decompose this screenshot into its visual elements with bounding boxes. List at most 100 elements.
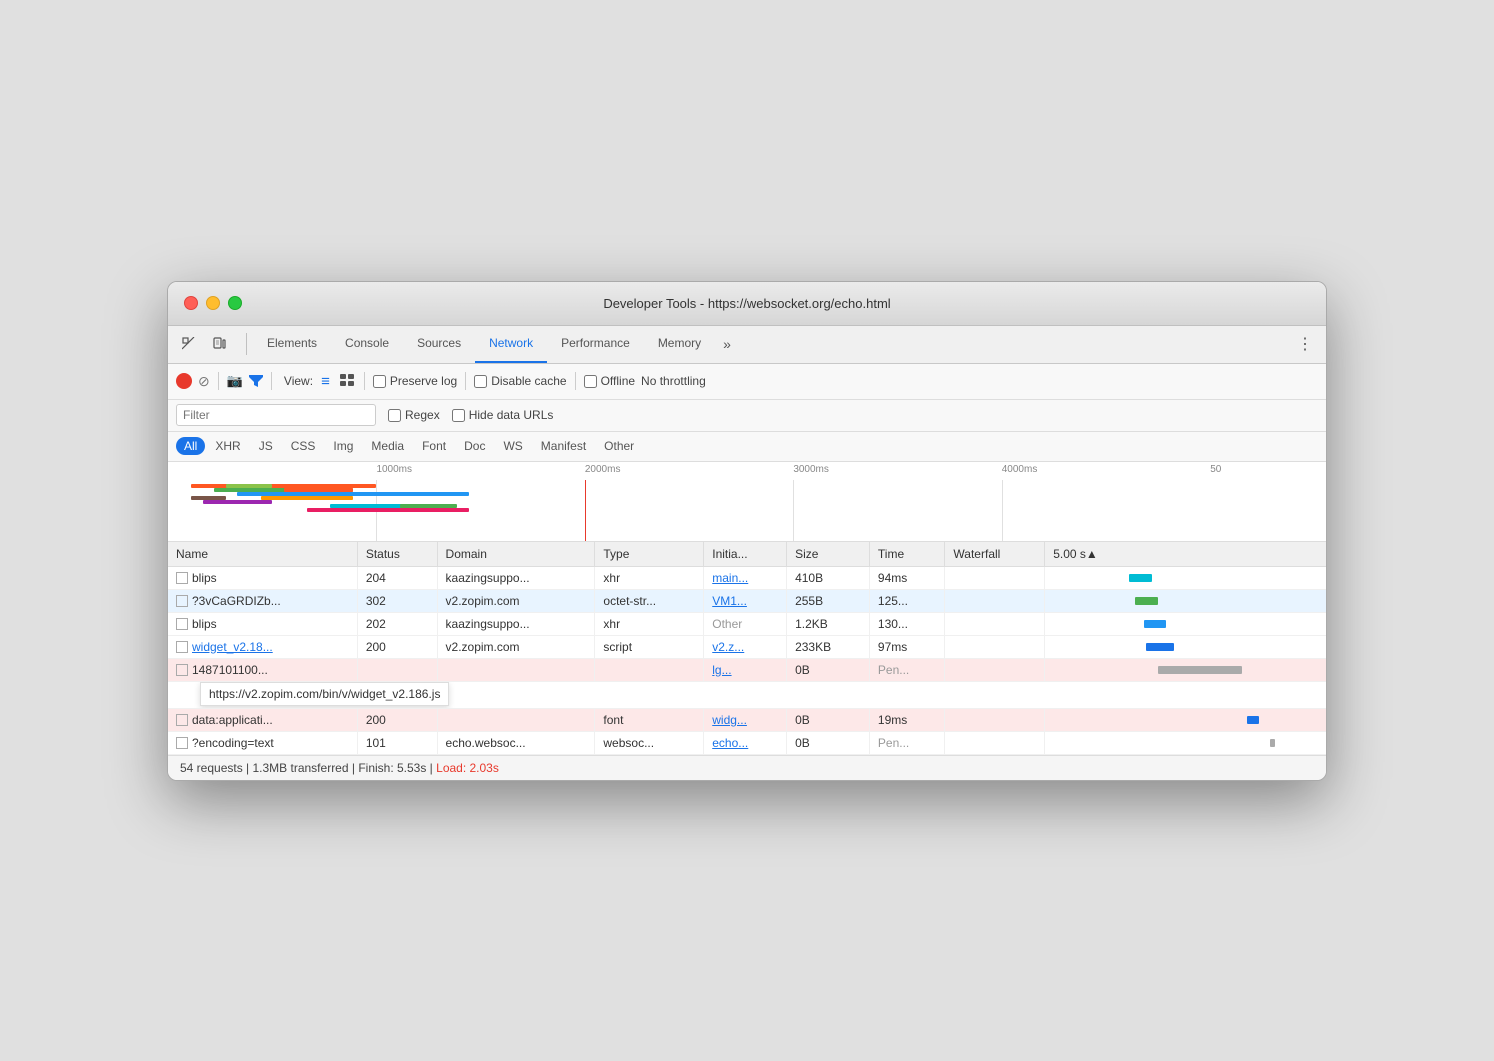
cell-status-2: 202 [357, 612, 437, 635]
column-header-waterfall[interactable]: Waterfall [945, 542, 1045, 567]
column-header-5-00-s-[interactable]: 5.00 s▲ [1045, 542, 1326, 567]
maximize-button[interactable] [228, 296, 242, 310]
waterfall-bar-4 [1158, 666, 1242, 674]
type-filter-manifest[interactable]: Manifest [533, 437, 594, 455]
cell-time-6: Pen... [869, 731, 945, 754]
cell-name-1: ?3vCaGRDIZb... [168, 589, 357, 612]
inspect-element-icon[interactable] [176, 331, 202, 357]
cell-initiator-4: lg... [704, 658, 787, 681]
type-filter-font[interactable]: Font [414, 437, 454, 455]
column-header-size[interactable]: Size [787, 542, 870, 567]
row-checkbox-2[interactable] [176, 618, 188, 630]
table-row[interactable]: ?encoding=text101echo.websoc...websoc...… [168, 731, 1326, 754]
hide-data-urls-checkbox[interactable] [452, 409, 465, 422]
tab-elements[interactable]: Elements [253, 325, 331, 363]
tab-performance[interactable]: Performance [547, 325, 644, 363]
row-checkbox-0[interactable] [176, 572, 188, 584]
initiator-link-3[interactable]: v2.z... [712, 640, 744, 654]
column-header-initia---[interactable]: Initia... [704, 542, 787, 567]
initiator-link-6[interactable]: echo... [712, 736, 748, 750]
type-filter-css[interactable]: CSS [283, 437, 324, 455]
regex-checkbox[interactable] [388, 409, 401, 422]
cell-initiator-5: widg... [704, 708, 787, 731]
initiator-link-5[interactable]: widg... [712, 713, 747, 727]
type-filter-other[interactable]: Other [596, 437, 642, 455]
row-checkbox-6[interactable] [176, 737, 188, 749]
offline-checkbox[interactable] [584, 375, 597, 388]
timeline-bar-0 [191, 484, 376, 488]
view-group-button[interactable] [340, 374, 354, 389]
cell-name-6: ?encoding=text [168, 731, 357, 754]
initiator-link-0[interactable]: main... [712, 571, 748, 585]
column-header-name[interactable]: Name [168, 542, 357, 567]
network-table: NameStatusDomainTypeInitia...SizeTimeWat… [168, 542, 1326, 755]
minimize-button[interactable] [206, 296, 220, 310]
cell-waterfall-empty-5 [945, 708, 1045, 731]
table-row[interactable]: 1487101100...lg...0BPen... [168, 658, 1326, 681]
type-filter-img[interactable]: Img [325, 437, 361, 455]
preserve-log-checkbox[interactable] [373, 375, 386, 388]
row-checkbox-1[interactable] [176, 595, 188, 607]
table-row[interactable]: data:applicati...200fontwidg...0B19ms [168, 708, 1326, 731]
disable-cache-checkbox[interactable] [474, 375, 487, 388]
row-checkbox-3[interactable] [176, 641, 188, 653]
column-header-domain[interactable]: Domain [437, 542, 595, 567]
table-row[interactable]: widget_v2.18...200v2.zopim.comscriptv2.z… [168, 635, 1326, 658]
capture-screenshot-button[interactable]: 📷 [227, 373, 243, 389]
throttle-select[interactable]: No throttling [641, 374, 706, 388]
filter-icon[interactable] [249, 375, 263, 387]
cell-domain-2: kaazingsuppo... [437, 612, 595, 635]
cell-size-0: 410B [787, 566, 870, 589]
cell-type-0: xhr [595, 566, 704, 589]
tab-network[interactable]: Network [475, 325, 547, 363]
toolbar-divider-3 [364, 372, 365, 390]
clear-network-log-button[interactable]: ⊘ [198, 373, 210, 390]
cell-initiator-1: VM1... [704, 589, 787, 612]
row-checkbox-4[interactable] [176, 664, 188, 676]
initiator-link-1[interactable]: VM1... [712, 594, 747, 608]
close-button[interactable] [184, 296, 198, 310]
table-row[interactable]: blips202kaazingsuppo...xhrOther1.2KB130.… [168, 612, 1326, 635]
record-network-button[interactable] [176, 373, 192, 389]
table-row[interactable]: blips204kaazingsuppo...xhrmain...410B94m… [168, 566, 1326, 589]
type-filter-doc[interactable]: Doc [456, 437, 493, 455]
type-filter-xhr[interactable]: XHR [207, 437, 248, 455]
column-header-status[interactable]: Status [357, 542, 437, 567]
tab-sources[interactable]: Sources [403, 325, 475, 363]
cell-waterfall-5 [1045, 708, 1326, 731]
type-filter-js[interactable]: JS [251, 437, 281, 455]
row-name-3[interactable]: widget_v2.18... [192, 640, 273, 654]
column-header-time[interactable]: Time [869, 542, 945, 567]
cell-waterfall-empty-4 [945, 658, 1045, 681]
tab-console[interactable]: Console [331, 325, 403, 363]
regex-label: Regex [405, 408, 440, 422]
tab-memory[interactable]: Memory [644, 325, 715, 363]
column-header-type[interactable]: Type [595, 542, 704, 567]
view-list-button[interactable]: ≡ [321, 373, 330, 390]
row-checkbox-5[interactable] [176, 714, 188, 726]
row-name-1: ?3vCaGRDIZb... [192, 594, 281, 608]
offline-group: Offline [584, 374, 635, 388]
cell-time-5: 19ms [869, 708, 945, 731]
tab-more-button[interactable]: » [715, 336, 739, 352]
status-bar: 54 requests | 1.3MB transferred | Finish… [168, 755, 1326, 780]
hide-data-urls-label: Hide data URLs [469, 408, 554, 422]
cell-domain-0: kaazingsuppo... [437, 566, 595, 589]
table-row[interactable]: ?3vCaGRDIZb...302v2.zopim.comoctet-str..… [168, 589, 1326, 612]
filter-input[interactable] [176, 404, 376, 426]
initiator-link-4[interactable]: lg... [712, 663, 731, 677]
type-filter-media[interactable]: Media [363, 437, 412, 455]
devtools-menu-button[interactable]: ⋮ [1292, 331, 1318, 357]
cell-name-0: blips [168, 566, 357, 589]
type-filter-ws[interactable]: WS [495, 437, 530, 455]
cell-initiator-3: v2.z... [704, 635, 787, 658]
device-toolbar-icon[interactable] [206, 331, 232, 357]
toolbar-divider-2 [271, 372, 272, 390]
cell-waterfall-0 [1045, 566, 1326, 589]
type-filter-all[interactable]: All [176, 437, 205, 455]
cell-domain-6: echo.websoc... [437, 731, 595, 754]
cell-size-3: 233KB [787, 635, 870, 658]
offline-label: Offline [601, 374, 635, 388]
timeline-bar-6 [307, 508, 469, 512]
waterfall-bar-3 [1146, 643, 1174, 651]
